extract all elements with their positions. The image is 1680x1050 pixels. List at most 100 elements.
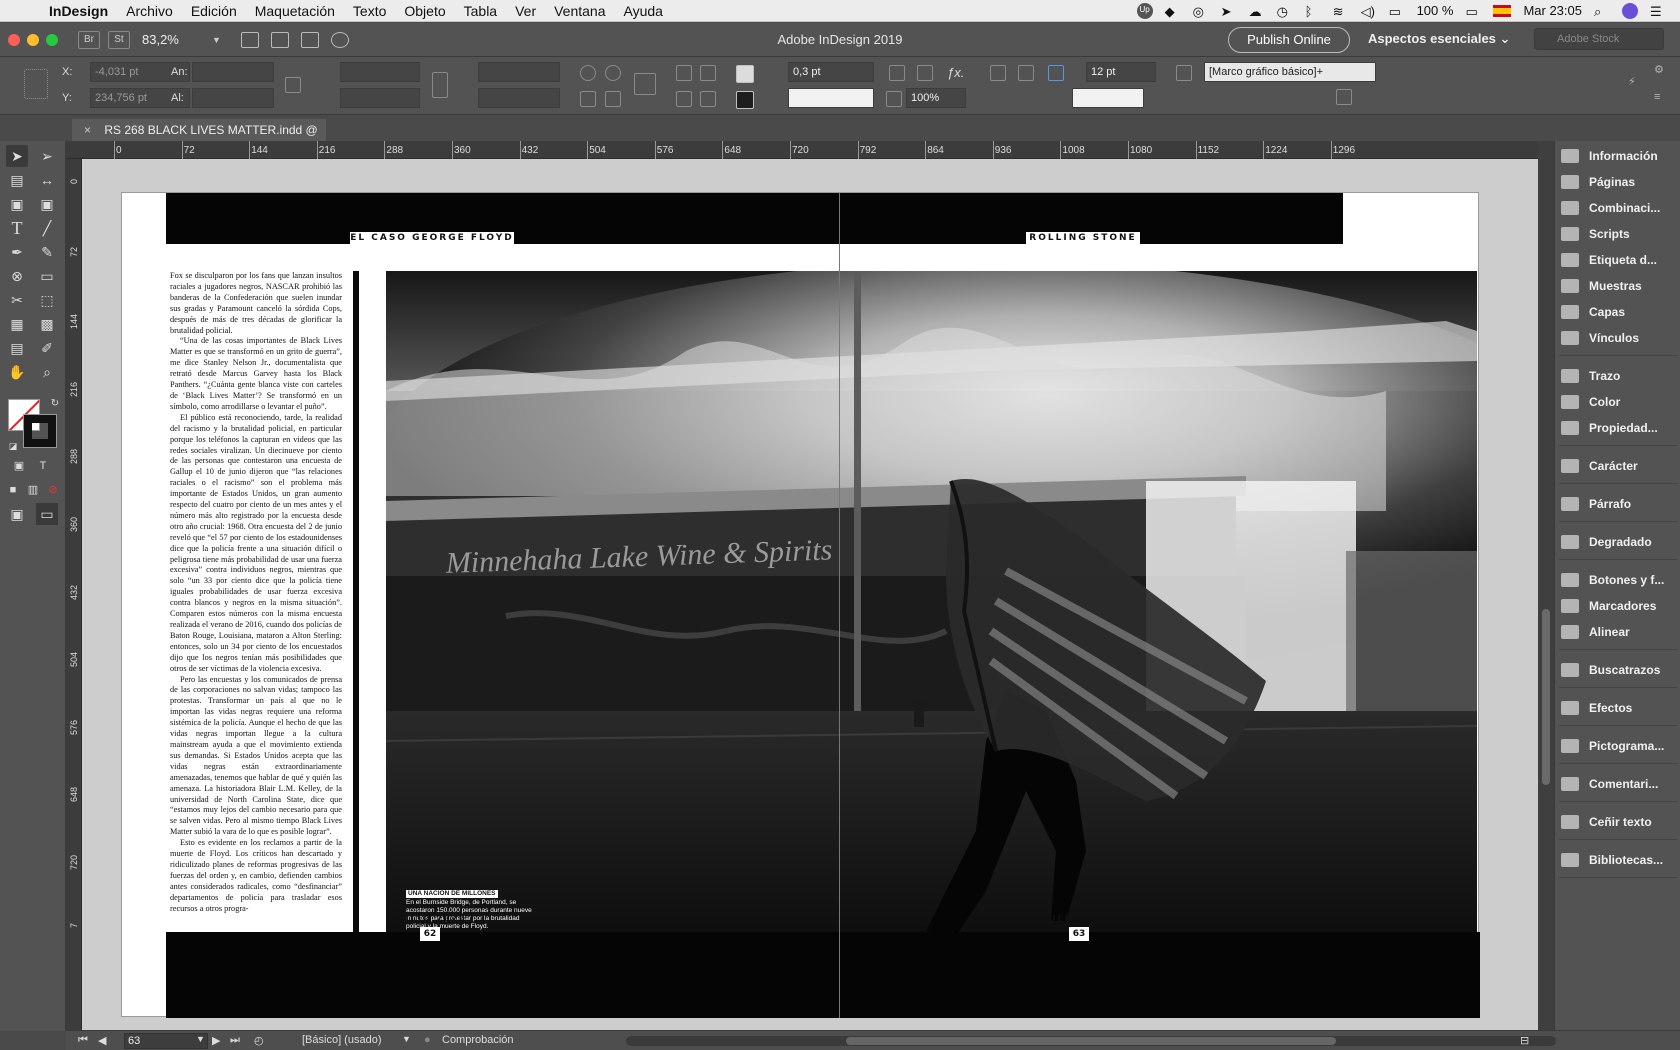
vertical-scroll-thumb[interactable] (1542, 609, 1550, 785)
preflight-label[interactable]: Comprobación (442, 1034, 514, 1046)
spanish-flag-icon[interactable] (1493, 4, 1512, 17)
menu-ayuda[interactable]: Ayuda (615, 3, 672, 19)
clock[interactable]: Mar 23:05 (1523, 3, 1582, 18)
page-spread[interactable]: EL CASO GEORGE FLOYD ROLLING STONE Fox s… (121, 192, 1480, 1018)
panel-tab-scripts[interactable]: Scripts (1561, 221, 1679, 247)
default-fill-stroke-icon[interactable]: ◪ (2, 435, 24, 457)
note-tool-icon[interactable]: ▤ (6, 337, 28, 359)
panel-tab-info[interactable]: Información (1561, 143, 1679, 169)
content-placer-tool-icon[interactable]: ▣ (36, 193, 58, 215)
menu-texto[interactable]: Texto (344, 3, 395, 19)
scissors-tool-icon[interactable]: ✂ (6, 289, 28, 311)
creative-cloud-icon[interactable]: ◎ (1193, 4, 1209, 19)
rectangle-tool-icon[interactable]: ▭ (36, 265, 58, 287)
open-page-icon[interactable]: ◴ (254, 1034, 264, 1047)
hand-tool-icon[interactable]: ✋ (6, 361, 28, 383)
panel-tab-gradient[interactable]: Degradado (1561, 529, 1679, 555)
wifi-icon[interactable]: ≋ (1333, 4, 1349, 19)
last-page-icon[interactable]: ⏭ (230, 1034, 240, 1047)
fx-effects-icon[interactable]: ƒx. (947, 65, 964, 80)
time-machine-icon[interactable]: ◷ (1277, 4, 1293, 19)
frame-fitting-icon[interactable] (889, 65, 905, 81)
panel-tab-data-merge[interactable]: Combinaci... (1561, 195, 1679, 221)
apply-gradient-icon[interactable]: ▥ (22, 479, 44, 501)
workspace-switcher[interactable]: Aspectos esenciales ⌄ (1368, 31, 1510, 47)
photo-frame[interactable]: Minnehaha Lake Wine & Spirits (386, 271, 1477, 953)
page-tool-icon[interactable]: ▤ (6, 169, 28, 191)
menu-ver[interactable]: Ver (506, 3, 545, 19)
menu-edicion[interactable]: Edición (182, 3, 246, 19)
normal-view-mode-icon[interactable]: ▣ (6, 503, 28, 525)
gear-icon[interactable]: ⚙ (1654, 63, 1670, 79)
text-wrap-none-icon[interactable] (990, 65, 1006, 81)
quick-apply-icon[interactable]: ⚡ (1628, 75, 1644, 91)
text-wrap-bbox-icon[interactable] (1018, 65, 1034, 81)
close-tab-icon[interactable]: × (84, 123, 91, 137)
panel-tab-color[interactable]: Color (1561, 389, 1679, 415)
view-options-icon[interactable] (240, 31, 259, 48)
panel-tab-links[interactable]: Vínculos (1561, 325, 1679, 351)
chevron-down-icon[interactable]: ▼ (212, 35, 221, 45)
horizontal-scroll-thumb[interactable] (846, 1037, 1336, 1045)
stroke-swatch-icon[interactable] (23, 414, 57, 448)
panel-tab-pathfinder[interactable]: Buscatrazos (1561, 657, 1679, 683)
horizontal-scrollbar[interactable] (626, 1036, 1556, 1046)
scale-x-field[interactable] (340, 62, 420, 82)
panel-tab-buttons[interactable]: Botones y f... (1561, 567, 1679, 593)
siri-icon[interactable] (1622, 2, 1638, 19)
menu-objeto[interactable]: Objeto (395, 3, 454, 19)
dropbox-icon[interactable]: ◆ (1165, 4, 1181, 19)
stroke-swatch-icon[interactable] (736, 91, 754, 109)
line-tool-icon[interactable]: ╱ (36, 217, 58, 239)
panel-tab-swatches[interactable]: Muestras (1561, 273, 1679, 299)
zoom-window-button[interactable] (46, 33, 58, 46)
sync-settings-icon[interactable] (330, 31, 349, 48)
panel-tab-script-label[interactable]: Etiqueta d... (1561, 247, 1679, 273)
horizontal-ruler[interactable]: 0 72 144 216 288 360 432 504 576 648 720 792 864 936 1… (66, 141, 1538, 159)
preflight-status-icon[interactable]: ● (424, 1034, 431, 1046)
opacity-field[interactable]: 100% (906, 88, 966, 108)
panel-tab-libraries[interactable]: Bibliotecas... (1561, 847, 1679, 873)
document-tab[interactable]: × RS 268 BLACK LIVES MATTER.indd @ 83% (72, 119, 326, 159)
panel-tab-character[interactable]: Carácter (1561, 453, 1679, 479)
type-tool-icon[interactable]: T (6, 217, 28, 239)
battery-icon[interactable]: ▭ (1465, 4, 1481, 19)
panel-tab-align[interactable]: Alinear (1561, 619, 1679, 645)
up-app-icon[interactable]: Up (1136, 2, 1153, 19)
height-field[interactable] (192, 88, 274, 108)
master-page-label[interactable]: [Básico] (usado) (302, 1034, 381, 1046)
airplay-icon[interactable]: ▭ (1389, 4, 1405, 19)
previous-page-icon[interactable]: ◀ (98, 1034, 106, 1047)
formatting-text-icon[interactable]: T (32, 455, 54, 477)
object-style-dropdown[interactable]: [Marco gráfico básico]+ (1204, 62, 1376, 82)
bridge-button[interactable]: Br (78, 30, 100, 49)
preview-mode-icon[interactable]: ▭ (36, 503, 58, 525)
panel-tab-properties[interactable]: Propiedad... (1561, 415, 1679, 441)
panel-tab-pages[interactable]: Páginas (1561, 169, 1679, 195)
panel-tab-effects[interactable]: Efectos (1561, 695, 1679, 721)
ellipse-frame-tool-icon[interactable]: ⊗ (6, 265, 28, 287)
screen-mode-icon[interactable] (270, 31, 289, 48)
notification-center-icon[interactable]: ☰ (1650, 4, 1666, 19)
rotate-ccw-icon[interactable] (605, 65, 621, 81)
stock-button[interactable]: St (108, 30, 130, 49)
selection-tool-icon[interactable]: ➤ (6, 145, 28, 167)
direct-selection-tool-icon[interactable]: ➢ (36, 145, 58, 167)
stroke-weight-field[interactable]: 0,3 pt (788, 62, 874, 82)
vertical-scrollbar[interactable] (1538, 141, 1554, 1030)
zoom-level[interactable]: 83,2% (142, 32, 204, 47)
reference-point-icon[interactable] (24, 69, 48, 99)
stroke-type-dropdown[interactable] (788, 88, 874, 108)
select-content-icon[interactable] (700, 65, 716, 81)
photo-caption[interactable]: UNA NACIÓN DE MILLONES En el Burnside Br… (406, 890, 536, 931)
swap-fill-stroke-icon[interactable]: ↻ (44, 393, 66, 415)
panel-tab-comments[interactable]: Comentari... (1561, 771, 1679, 797)
zoom-tool-icon[interactable]: ⌕ (36, 361, 58, 383)
battery-percent[interactable]: 100 % (1417, 3, 1454, 18)
spotlight-search-icon[interactable]: ⌕ (1594, 4, 1610, 19)
chain-link-icon[interactable] (432, 72, 448, 98)
panel-tab-bookmarks[interactable]: Marcadores (1561, 593, 1679, 619)
object-style-icon[interactable] (1176, 65, 1192, 81)
panel-tab-glyphs[interactable]: Pictograma... (1561, 733, 1679, 759)
pasteboard[interactable]: EL CASO GEORGE FLOYD ROLLING STONE Fox s… (82, 159, 1538, 1030)
